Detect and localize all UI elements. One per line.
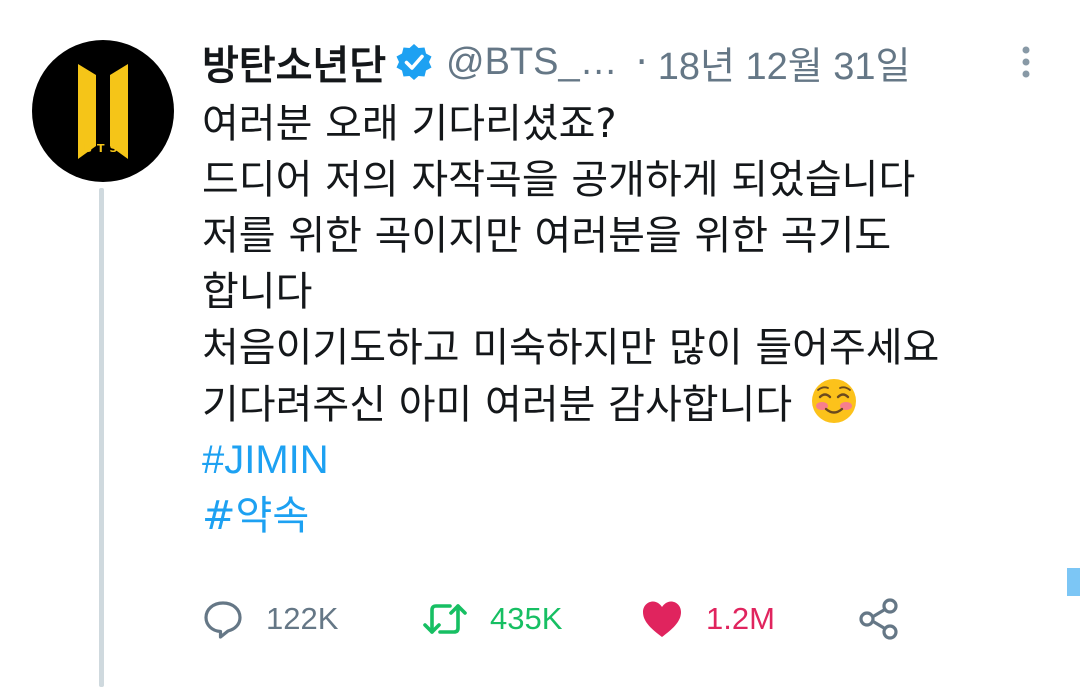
- tweet-line: 여러분 오래 기다리셨죠?: [202, 101, 617, 147]
- reply-count: 122K: [266, 601, 339, 636]
- display-name[interactable]: 방탄소년단: [202, 33, 386, 91]
- hashtag-link[interactable]: #JIMIN: [202, 432, 1052, 488]
- more-options-icon[interactable]: [1014, 40, 1038, 84]
- share-button[interactable]: [857, 594, 901, 644]
- share-icon: [857, 597, 901, 641]
- avatar[interactable]: BTS: [32, 40, 174, 182]
- tweet-date[interactable]: 18년 12월 31일: [658, 35, 911, 90]
- avatar-text: BTS: [84, 142, 123, 155]
- retweet-count: 435K: [490, 601, 563, 636]
- tweet-actions: 122K 435K 1.2M: [202, 594, 962, 644]
- tweet-text: 여러분 오래 기다리셨죠? 드디어 저의 자작곡을 공개하게 되었습니다 저를 …: [202, 96, 1052, 544]
- like-count: 1.2M: [706, 601, 775, 636]
- smiling-face-emoji-icon: [809, 376, 859, 426]
- scroll-indicator[interactable]: [1067, 568, 1080, 596]
- reply-button[interactable]: 122K: [202, 594, 338, 644]
- tweet-line-with-emoji: 기다려주신 아미 여러분 감사합니다: [202, 376, 1052, 432]
- header-separator: ·: [635, 40, 648, 84]
- tweet-line: 처음이기도하고 미숙하지만 많이 들어주세요: [202, 325, 940, 371]
- tweet-line: 기다려주신 아미 여러분 감사합니다: [202, 382, 793, 428]
- tweet-line: 드디어 저의 자작곡을 공개하게 되었습니다: [202, 157, 916, 203]
- tweet-line: 합니다: [202, 269, 313, 315]
- hashtag-link[interactable]: #약속: [202, 488, 1052, 544]
- heart-filled-icon: [640, 598, 684, 640]
- like-button[interactable]: 1.2M: [640, 594, 775, 644]
- user-handle[interactable]: @BTS_…: [446, 41, 618, 84]
- thread-line: [99, 188, 104, 687]
- tweet-line: 저를 위한 곡이지만 여러분을 위한 곡기도: [202, 213, 892, 259]
- bts-logo-icon: BTS: [78, 64, 128, 159]
- retweet-button[interactable]: 435K: [422, 594, 562, 644]
- retweet-icon: [422, 598, 468, 640]
- verified-badge-icon: [394, 42, 434, 82]
- reply-icon: [202, 598, 244, 640]
- tweet-header: 방탄소년단 @BTS_… · 18년 12월 31일: [202, 34, 911, 90]
